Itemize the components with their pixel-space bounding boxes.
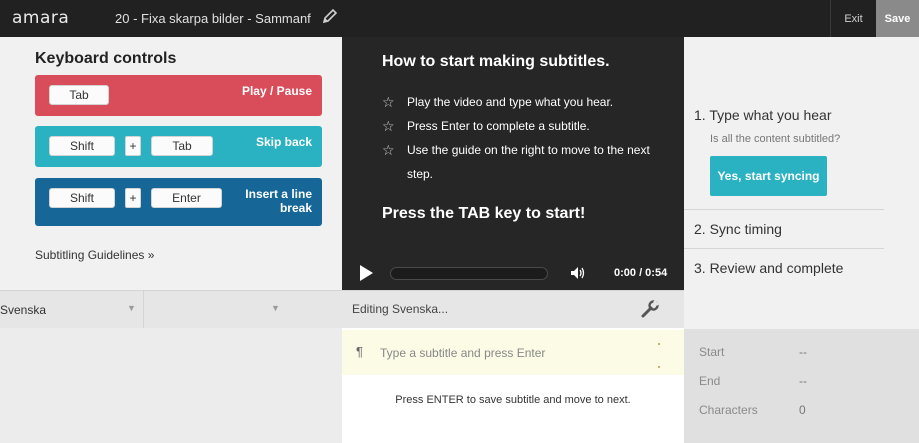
editing-bar: Editing Svenska... — [342, 290, 684, 328]
keyboard-controls-panel: Keyboard controls Tab Play / Pause Shift… — [0, 37, 342, 290]
subtitle-row: ¶ — [342, 330, 684, 375]
video-player[interactable]: How to start making subtitles. ☆ Play the… — [342, 37, 684, 290]
start-value: -- — [799, 345, 807, 359]
divider-mark — [658, 343, 660, 345]
key-shift: Shift — [49, 136, 115, 156]
dropdown-arrow-icon: ▼ — [271, 303, 280, 313]
top-actions: Exit Save — [830, 0, 919, 37]
start-label: Start — [699, 345, 725, 359]
video-overlay-steps: ☆ Play the video and type what you hear. … — [382, 90, 662, 186]
amara-logo[interactable]: amara — [12, 8, 69, 28]
star-icon: ☆ — [382, 118, 395, 134]
pencil-icon[interactable] — [322, 8, 338, 26]
end-value: -- — [799, 374, 807, 388]
source-language-value: Svenska — [0, 302, 47, 317]
top-bar: amara 20 - Fixa skarpa bilder - Sammanf … — [0, 0, 919, 37]
step-review-complete[interactable]: 3. Review and complete — [694, 260, 843, 276]
wrench-icon[interactable] — [640, 299, 660, 319]
start-syncing-button[interactable]: Yes, start syncing — [710, 156, 827, 196]
video-overlay-cta: Press the TAB key to start! — [382, 205, 586, 222]
workflow-panel: 1. Type what you hear Is all the content… — [684, 37, 919, 329]
divider — [684, 209, 884, 210]
list-item: ☆ Use the guide on the right to move to t… — [382, 138, 662, 186]
star-icon: ☆ — [382, 142, 395, 158]
key-plus: + — [125, 188, 141, 208]
key-tab: Tab — [49, 85, 109, 105]
shortcut-line-break: Shift + Enter Insert a line break — [35, 178, 322, 226]
key-plus: + — [125, 136, 141, 156]
characters-value: 0 — [799, 403, 806, 417]
progress-bar[interactable] — [390, 267, 548, 280]
editing-label: Editing Svenska... — [352, 302, 449, 316]
pilcrow-icon: ¶ — [356, 344, 363, 359]
language-bar: Svenska ▼ ▼ — [0, 290, 342, 328]
reference-language-select[interactable]: ▼ — [144, 291, 342, 328]
subtitle-editor: ¶ Press ENTER to save subtitle and move … — [342, 328, 684, 443]
subtitle-input[interactable] — [380, 342, 650, 364]
video-title[interactable]: 20 - Fixa skarpa bilder - Sammanf — [115, 11, 328, 26]
shortcut-play-pause: Tab Play / Pause — [35, 75, 322, 116]
shortcut-skip-back: Shift + Tab Skip back — [35, 126, 322, 167]
shortcut-action: Skip back — [255, 135, 312, 149]
dropdown-arrow-icon: ▼ — [127, 303, 136, 313]
play-icon[interactable] — [360, 265, 373, 281]
shortcut-action-line1: Insert a line — [245, 187, 312, 201]
source-language-select[interactable]: Svenska ▼ — [0, 291, 143, 328]
key-enter: Enter — [151, 188, 222, 208]
divider — [684, 248, 884, 249]
step-type-what-you-hear[interactable]: 1. Type what you hear — [694, 107, 832, 123]
divider-mark — [658, 366, 660, 368]
star-icon: ☆ — [382, 94, 395, 110]
volume-icon[interactable] — [570, 266, 588, 280]
video-overlay-heading: How to start making subtitles. — [382, 53, 610, 70]
step-sync-timing[interactable]: 2. Sync timing — [694, 221, 782, 237]
enter-hint: Press ENTER to save subtitle and move to… — [395, 394, 631, 406]
keyboard-controls-title: Keyboard controls — [35, 50, 177, 67]
key-tab: Tab — [151, 136, 213, 156]
subtitling-guidelines-link[interactable]: Subtitling Guidelines » — [35, 248, 154, 262]
step-text: Press Enter to complete a subtitle. — [407, 119, 590, 133]
step-question: Is all the content subtitled? — [710, 133, 841, 145]
save-button[interactable]: Save — [876, 0, 919, 37]
step-text: Play the video and type what you hear. — [407, 95, 614, 109]
list-item: ☆ Play the video and type what you hear. — [382, 90, 662, 114]
shortcut-action: Insert a line break — [245, 187, 312, 215]
end-label: End — [699, 374, 721, 388]
list-item: ☆ Press Enter to complete a subtitle. — [382, 114, 662, 138]
shortcut-action: Play / Pause — [241, 84, 312, 98]
key-shift: Shift — [49, 188, 115, 208]
characters-label: Characters — [699, 403, 758, 417]
time-readout: 0:00 / 0:54 — [614, 267, 668, 279]
step-text: Use the guide on the right to move to th… — [407, 143, 650, 181]
exit-button[interactable]: Exit — [830, 0, 876, 37]
shortcut-action-line2: break — [279, 201, 312, 215]
subtitle-info-panel: Start -- End -- Characters 0 — [684, 329, 919, 443]
